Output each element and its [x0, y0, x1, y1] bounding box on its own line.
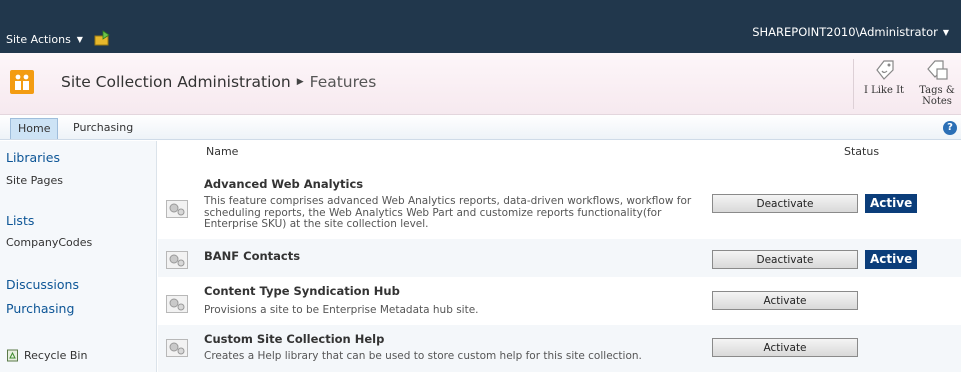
table-row: BANF Contacts Deactivate Active	[158, 239, 961, 277]
feature-description: Provisions a site to be Enterprise Metad…	[204, 304, 479, 316]
breadcrumb-parent-link[interactable]: Site Collection Administration	[61, 73, 291, 91]
tab-home[interactable]: Home	[10, 118, 59, 139]
deactivate-button[interactable]: Deactivate	[712, 250, 858, 269]
deactivate-button[interactable]: Deactivate	[712, 194, 858, 213]
tab-purchasing[interactable]: Purchasing	[66, 118, 140, 139]
features-table: Name Status Advanced Web Analytics This …	[158, 141, 961, 372]
tags-notes-icon	[927, 60, 948, 80]
site-actions-label: Site Actions	[6, 33, 71, 46]
top-navigation: Home Purchasing ?	[0, 115, 961, 140]
feature-gear-icon	[166, 295, 188, 313]
title-area: Site Collection Administration ▶ Feature…	[0, 53, 961, 115]
quicklaunch-discussions[interactable]: Discussions	[6, 277, 79, 292]
recycle-bin-icon	[7, 349, 18, 362]
breadcrumb-separator-icon: ▶	[296, 77, 304, 87]
activate-button[interactable]: Activate	[712, 338, 858, 357]
table-row: Content Type Syndication Hub Provisions …	[158, 277, 961, 325]
column-header-status: Status	[844, 145, 880, 158]
i-like-it-label: I Like It	[863, 85, 905, 96]
quicklaunch-purchasing[interactable]: Purchasing	[6, 301, 74, 316]
feature-gear-icon	[166, 200, 188, 218]
user-name: SHAREPOINT2010\Administrator	[752, 25, 938, 39]
chevron-down-icon: ▼	[76, 35, 83, 44]
tags-notes-label-1: Tags &	[919, 85, 955, 96]
quick-launch: Libraries Site Pages Lists CompanyCodes …	[0, 141, 157, 372]
chevron-down-icon: ▼	[942, 27, 949, 37]
recycle-bin-label: Recycle Bin	[24, 348, 88, 362]
top-ribbon-bar: Site Actions ▼ SHAREPOINT2010\Administra…	[0, 0, 961, 53]
breadcrumb: Site Collection Administration ▶ Feature…	[61, 73, 376, 91]
feature-name: Content Type Syndication Hub	[204, 284, 400, 298]
help-icon[interactable]: ?	[943, 121, 957, 135]
feature-gear-icon	[166, 251, 188, 269]
divider	[853, 59, 854, 109]
page-title: Features	[309, 73, 377, 91]
site-logo-icon[interactable]	[10, 70, 34, 94]
site-actions-menu[interactable]: Site Actions ▼	[6, 33, 83, 46]
feature-name: Custom Site Collection Help	[204, 332, 385, 346]
like-tag-icon	[876, 60, 894, 80]
recycle-bin-link[interactable]: Recycle Bin	[6, 348, 87, 362]
tags-notes-label-2: Notes	[922, 96, 952, 107]
status-badge: Active	[865, 250, 918, 269]
tags-notes-button[interactable]: Tags & Notes	[913, 57, 961, 107]
activate-button[interactable]: Activate	[712, 291, 858, 310]
feature-name: Advanced Web Analytics	[204, 177, 364, 191]
quicklaunch-lists[interactable]: Lists	[6, 213, 34, 228]
status-badge: Active	[865, 194, 918, 213]
quicklaunch-company-codes[interactable]: CompanyCodes	[6, 236, 92, 249]
navigate-up-icon[interactable]	[94, 30, 112, 46]
quicklaunch-libraries[interactable]: Libraries	[6, 150, 60, 165]
table-row: Custom Site Collection Help Creates a He…	[158, 325, 961, 372]
column-header-name[interactable]: Name	[206, 145, 238, 158]
table-row: Advanced Web Analytics This feature comp…	[158, 169, 961, 239]
feature-description: This feature comprises advanced Web Anal…	[204, 195, 692, 230]
user-menu[interactable]: SHAREPOINT2010\Administrator ▼	[752, 25, 949, 39]
quicklaunch-site-pages[interactable]: Site Pages	[6, 174, 63, 187]
feature-gear-icon	[166, 339, 188, 357]
feature-name: BANF Contacts	[204, 249, 301, 263]
i-like-it-button[interactable]: I Like It	[860, 57, 908, 96]
feature-description: Creates a Help library that can be used …	[204, 350, 642, 362]
